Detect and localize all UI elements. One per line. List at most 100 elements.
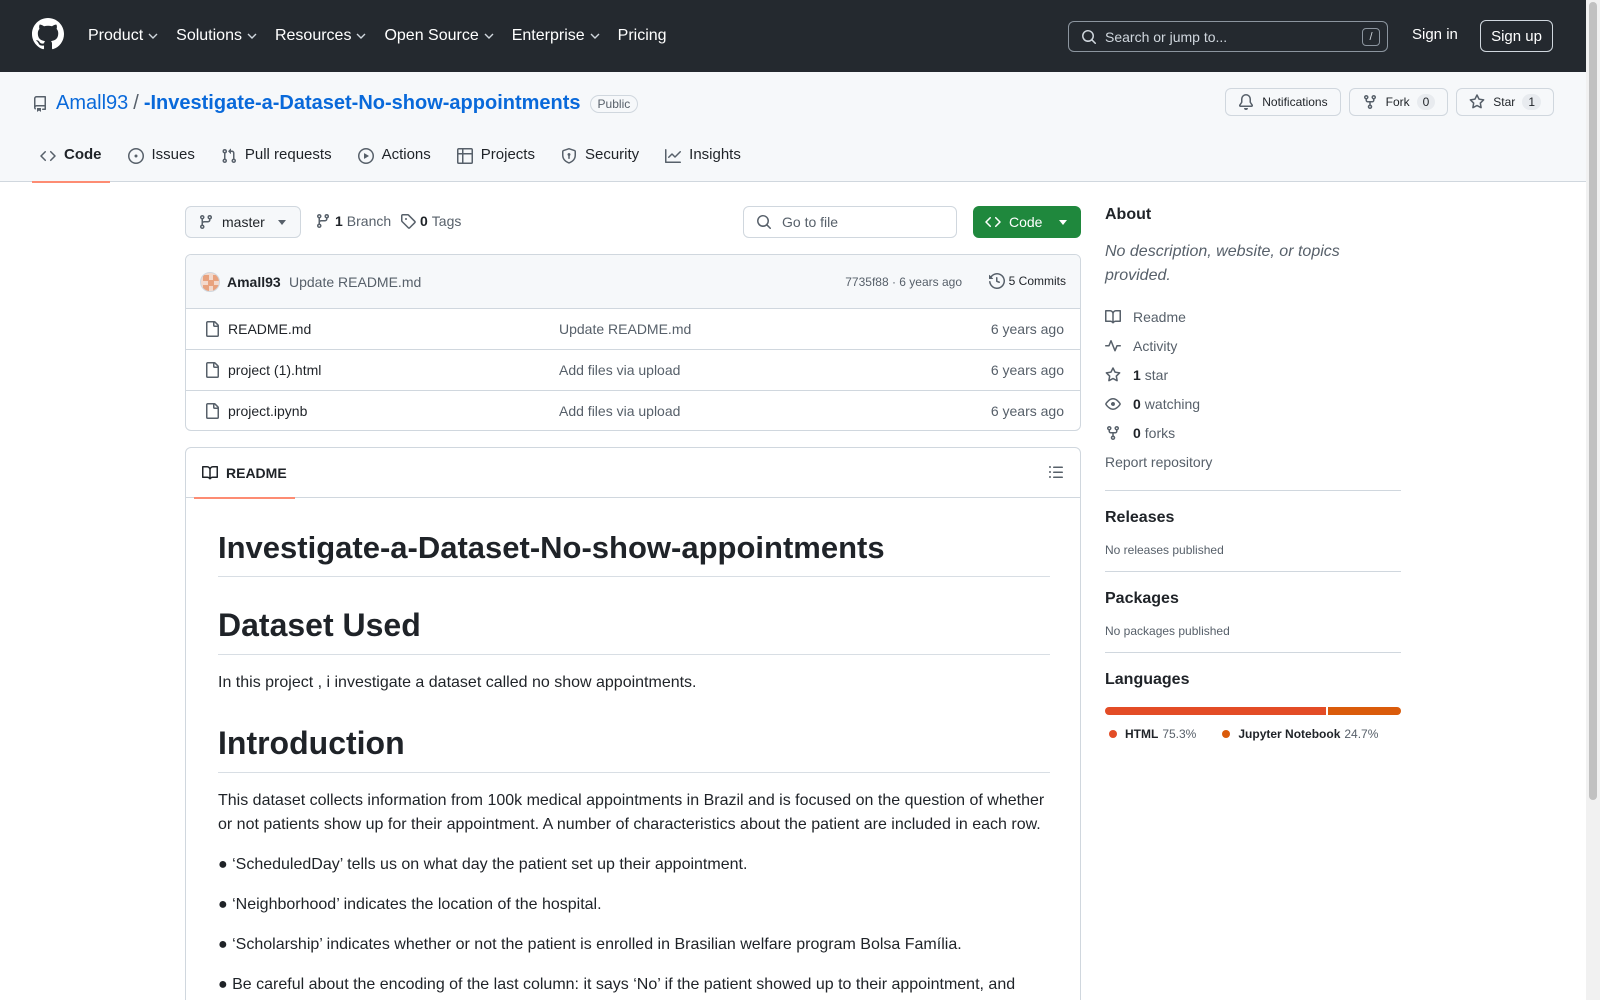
heading-introduction: Introduction	[218, 725, 1050, 773]
avatar[interactable]	[200, 272, 220, 292]
watching-label: watching	[1144, 395, 1201, 412]
releases-heading[interactable]: Releases	[1105, 509, 1401, 527]
nav-item-product[interactable]: Product	[88, 27, 158, 45]
chevron-down-icon	[590, 33, 600, 39]
tab-actions[interactable]: Actions	[350, 140, 439, 182]
file-age: 6 years ago	[990, 321, 1064, 337]
language-bar-segment	[1328, 707, 1401, 715]
file-name-link[interactable]: project.ipynb	[228, 403, 307, 419]
code-dropdown-button[interactable]: Code	[973, 206, 1081, 238]
tab-insights[interactable]: Insights	[657, 140, 749, 182]
stars-link[interactable]: 1 star	[1105, 360, 1401, 389]
repo-header: Amall93 / -Investigate-a-Dataset-No-show…	[0, 72, 1586, 183]
global-header: Product Solutions Resources Open Source Ente…	[0, 0, 1586, 72]
code-button-label: Code	[1009, 214, 1043, 230]
file-row[interactable]: project (1).html Add files via upload 6 ye…	[186, 350, 1080, 391]
readme-link[interactable]: Readme	[1105, 302, 1401, 331]
repo-owner-link[interactable]: Amall93	[56, 92, 128, 115]
file-icon	[206, 403, 219, 419]
nav-item-pricing[interactable]: Pricing	[618, 27, 667, 45]
repo-name-link[interactable]: -Investigate-a-Dataset-No-show-appointme…	[144, 92, 581, 115]
watchers-link[interactable]: 0 watching	[1105, 389, 1401, 418]
notifications-button[interactable]: Notifications	[1225, 88, 1341, 116]
tab-code-label: Code	[64, 146, 102, 163]
chevron-down-icon	[484, 33, 494, 39]
star-button[interactable]: Star 1	[1456, 88, 1554, 116]
file-icon	[206, 362, 219, 378]
book-icon	[202, 465, 218, 480]
search-input[interactable]: Search or jump to... /	[1068, 21, 1388, 52]
file-row[interactable]: README.md Update README.md 6 years ago	[186, 309, 1080, 350]
signin-link[interactable]: Sign in	[1412, 26, 1458, 43]
language-item[interactable]: Jupyter Notebook 24.7%	[1218, 727, 1378, 741]
report-repository-link[interactable]: Report repository	[1105, 447, 1401, 476]
file-age: 6 years ago	[990, 403, 1064, 419]
file-commit-message[interactable]: Add files via upload	[559, 362, 680, 378]
tab-pull-requests[interactable]: Pull requests	[213, 140, 340, 182]
fork-button[interactable]: Fork 0	[1348, 88, 1449, 116]
nav-item-enterprise[interactable]: Enterprise	[512, 27, 600, 45]
readme-tab-label: README	[226, 465, 287, 481]
packages-heading[interactable]: Packages	[1105, 590, 1401, 608]
nav-item-label: Pricing	[617, 27, 667, 44]
file-commit-message[interactable]: Update README.md	[559, 321, 691, 337]
github-logo-icon[interactable]	[32, 18, 64, 50]
paragraph-dataset: In this project , i investigate a datase…	[218, 674, 697, 691]
stars-label: star	[1144, 366, 1169, 383]
branch-selector[interactable]: master	[185, 206, 301, 238]
file-age: 6 years ago	[990, 362, 1064, 378]
commit-author[interactable]: Amall93	[227, 274, 281, 290]
bullet-encoding: ● Be careful about the encoding of the l…	[218, 976, 1016, 993]
file-name-link[interactable]: project (1).html	[228, 362, 321, 378]
fork-icon	[1107, 425, 1119, 440]
pull-request-icon	[222, 148, 236, 164]
forks-link[interactable]: 0 forks	[1105, 418, 1401, 447]
commits-link[interactable]: 5 Commits	[988, 273, 1066, 289]
nav-item-resources[interactable]: Resources	[275, 27, 366, 45]
readme-link-label: Readme	[1133, 308, 1186, 325]
tab-projects-label: Projects	[480, 146, 535, 163]
watching-count: 0	[1133, 395, 1141, 412]
releases-section: Releases No releases published	[1105, 490, 1401, 557]
nav-item-solutions[interactable]: Solutions	[176, 27, 257, 45]
code-icon	[985, 216, 1001, 228]
tab-issues[interactable]: Issues	[120, 140, 203, 182]
scrollbar-thumb[interactable]	[1589, 2, 1597, 800]
search-icon	[757, 215, 771, 229]
tab-projects[interactable]: Projects	[449, 140, 543, 182]
go-to-file-input[interactable]: Go to file	[743, 206, 957, 238]
tag-icon	[401, 214, 416, 229]
file-name-link[interactable]: README.md	[228, 321, 311, 337]
readme-title: Investigate-a-Dataset-No-show-appointmen…	[218, 530, 1050, 577]
tab-actions-label: Actions	[381, 146, 431, 163]
table-icon	[456, 148, 473, 164]
tab-pull-requests-label: Pull requests	[244, 146, 332, 163]
graph-icon	[665, 149, 682, 163]
stars-count: 1	[1133, 366, 1141, 383]
tab-issues-label: Issues	[151, 146, 195, 163]
chevron-down-icon	[278, 220, 286, 225]
code-icon	[40, 150, 56, 162]
file-row[interactable]: project.ipynb Add files via upload 6 years…	[186, 391, 1080, 430]
readme-tab[interactable]: README	[194, 448, 295, 499]
page-scrollbar[interactable]	[1586, 0, 1600, 1000]
tags-link[interactable]: 0 Tags	[400, 213, 461, 229]
commit-hash-time[interactable]: 7735f88 · 6 years ago	[845, 275, 962, 289]
tab-code[interactable]: Code	[32, 140, 110, 183]
signup-button[interactable]: Sign up	[1480, 20, 1553, 52]
tab-security[interactable]: Security	[553, 140, 647, 182]
branches-link[interactable]: 1 Branch	[315, 213, 391, 229]
packages-section: Packages No packages published	[1105, 571, 1401, 638]
list-icon[interactable]	[1048, 464, 1064, 480]
nav-item-label: Resources	[274, 27, 352, 44]
activity-link[interactable]: Activity	[1105, 331, 1401, 360]
file-commit-message[interactable]: Add files via upload	[559, 403, 680, 419]
language-name: HTML	[1125, 727, 1159, 741]
nav-item-label: Product	[88, 27, 144, 44]
language-item[interactable]: HTML 75.3%	[1105, 727, 1196, 741]
commit-count-label: 5 Commits	[1008, 274, 1066, 288]
commit-message[interactable]: Update README.md	[289, 274, 421, 290]
nav-item-label: Enterprise	[511, 27, 585, 44]
activity-link-label: Activity	[1133, 337, 1178, 354]
nav-item-open-source[interactable]: Open Source	[384, 27, 494, 45]
